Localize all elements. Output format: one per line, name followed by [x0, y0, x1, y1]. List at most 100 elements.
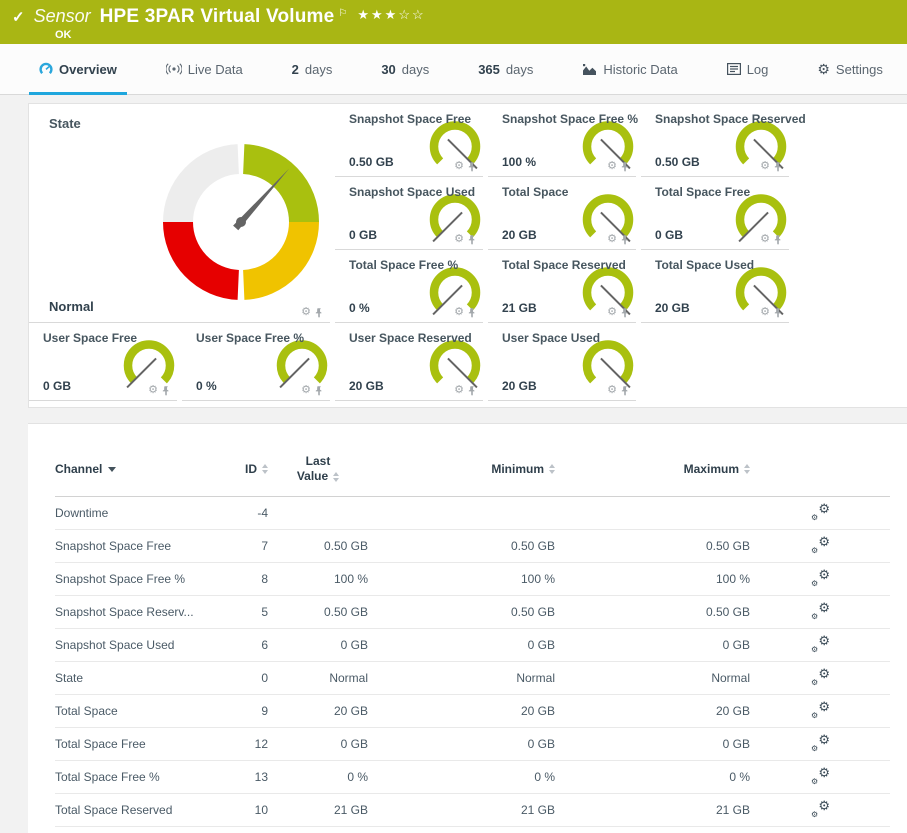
tab-live-data[interactable]: Live Data — [156, 44, 253, 94]
channel-settings-gears-icon[interactable]: ⚙⚙ — [810, 537, 830, 555]
panel-gear-icon[interactable]: ⚙ — [760, 307, 770, 318]
cell-maximum: 0.50 GB — [555, 539, 750, 553]
tab-bar: Overview Live Data 2 days 30 days 365 da… — [0, 44, 907, 95]
gauge-title: Total Space Used — [655, 258, 754, 272]
channel-settings-gears-icon[interactable]: ⚙⚙ — [810, 570, 830, 588]
panel-pin-icon[interactable] — [468, 308, 476, 318]
cell-maximum: 0 % — [555, 770, 750, 784]
sort-icon — [744, 464, 750, 474]
panel-pin-icon[interactable] — [162, 386, 170, 396]
cell-maximum: 21 GB — [555, 803, 750, 817]
channel-settings-gears-icon[interactable]: ⚙⚙ — [810, 702, 830, 720]
channel-settings-gears-icon[interactable]: ⚙⚙ — [810, 768, 830, 786]
gauge-value: 100 % — [502, 155, 536, 169]
cell-channel: Snapshot Space Reserv... — [55, 605, 228, 619]
panel-gear-icon[interactable]: ⚙ — [454, 234, 464, 245]
panel-pin-icon[interactable] — [468, 162, 476, 172]
panel-pin-icon[interactable] — [468, 235, 476, 245]
panel-pin-icon[interactable] — [315, 308, 323, 318]
cell-minimum: 0 GB — [368, 638, 555, 652]
panel-pin-icon[interactable] — [774, 162, 782, 172]
table-row: Snapshot Space Free % 8 100 % 100 % 100 … — [55, 563, 890, 596]
channel-settings-gears-icon[interactable]: ⚙⚙ — [810, 801, 830, 819]
live-data-icon — [166, 63, 182, 75]
prtg-sensor-page: ✓ Sensor HPE 3PAR Virtual Volume ⚐ ★★★☆☆… — [0, 0, 907, 833]
gauge-panel: Snapshot Space Reserved 0.50 GB ⚙ — [641, 104, 789, 177]
state-gauge-dial — [156, 137, 326, 307]
gauge-title: Total Space Free % — [349, 258, 458, 272]
panel-gear-icon[interactable]: ⚙ — [301, 307, 311, 318]
panel-gear-icon[interactable]: ⚙ — [607, 385, 617, 396]
panel-pin-icon[interactable] — [621, 308, 629, 318]
cell-id: -4 — [228, 506, 268, 520]
state-gauge-panel: State Normal ⚙ — [29, 104, 330, 323]
panel-pin-icon[interactable] — [468, 386, 476, 396]
tab-overview[interactable]: Overview — [29, 44, 127, 94]
cell-channel: Snapshot Space Free % — [55, 572, 228, 586]
panel-gear-icon[interactable]: ⚙ — [454, 385, 464, 396]
gauge-title: Snapshot Space Reserved — [655, 112, 806, 126]
cell-channel: Downtime — [55, 506, 228, 520]
cell-channel: State — [55, 671, 228, 685]
gauge-panel: Total Space Reserved 21 GB ⚙ — [488, 250, 636, 323]
channel-settings-gears-icon[interactable]: ⚙⚙ — [810, 603, 830, 621]
panel-pin-icon[interactable] — [315, 386, 323, 396]
table-row: Total Space Free % 13 0 % 0 % 0 % ⚙⚙ — [55, 761, 890, 794]
cell-id: 12 — [228, 737, 268, 751]
column-header-maximum[interactable]: Maximum — [555, 462, 750, 476]
channel-settings-gears-icon[interactable]: ⚙⚙ — [810, 669, 830, 687]
panel-gear-icon[interactable]: ⚙ — [301, 385, 311, 396]
sort-icon — [333, 472, 339, 482]
table-row: Total Space 9 20 GB 20 GB 20 GB ⚙⚙ — [55, 695, 890, 728]
panel-pin-icon[interactable] — [774, 235, 782, 245]
tab-30-days[interactable]: 30 days — [371, 44, 439, 94]
column-header-last-value[interactable]: Last Value — [268, 454, 368, 484]
overview-gauges-card: State Normal ⚙ Snapshot Space Free — [28, 103, 907, 408]
column-header-channel[interactable]: Channel — [55, 462, 228, 476]
panel-pin-icon[interactable] — [774, 308, 782, 318]
channel-settings-gears-icon[interactable]: ⚙⚙ — [810, 504, 830, 522]
column-header-minimum[interactable]: Minimum — [368, 462, 555, 476]
cell-last-value: 100 % — [268, 572, 368, 586]
panel-gear-icon[interactable]: ⚙ — [760, 234, 770, 245]
priority-stars[interactable]: ★★★☆☆ — [357, 7, 425, 23]
gauge-value: 20 GB — [655, 301, 690, 315]
table-body: Downtime -4 ⚙⚙ Snapshot Space Free 7 0.5… — [28, 497, 907, 827]
channel-settings-gears-icon[interactable]: ⚙⚙ — [810, 735, 830, 753]
tab-log[interactable]: Log — [717, 44, 779, 94]
gauge-title: Total Space Free — [655, 185, 750, 199]
tab-settings[interactable]: ⚙ Settings — [807, 44, 893, 94]
cell-last-value: 20 GB — [268, 704, 368, 718]
gauge-panel: Snapshot Space Free % 100 % ⚙ — [488, 104, 636, 177]
tab-2-days[interactable]: 2 days — [282, 44, 343, 94]
panel-gear-icon[interactable]: ⚙ — [607, 161, 617, 172]
panel-gear-icon[interactable]: ⚙ — [148, 385, 158, 396]
panel-pin-icon[interactable] — [621, 162, 629, 172]
panel-pin-icon[interactable] — [621, 386, 629, 396]
cell-id: 13 — [228, 770, 268, 784]
panel-gear-icon[interactable]: ⚙ — [454, 161, 464, 172]
cell-maximum: 0.50 GB — [555, 605, 750, 619]
gauge-panel: User Space Free % 0 % ⚙ — [182, 323, 330, 401]
sensor-header: ✓ Sensor HPE 3PAR Virtual Volume ⚐ ★★★☆☆… — [0, 0, 907, 44]
column-header-id[interactable]: ID — [228, 462, 268, 476]
tab-settings-label: Settings — [836, 62, 883, 77]
gauge-value: 0 GB — [655, 228, 683, 242]
panel-gear-icon[interactable]: ⚙ — [454, 307, 464, 318]
tab-365-days[interactable]: 365 days — [468, 44, 543, 94]
panel-gear-icon[interactable]: ⚙ — [760, 161, 770, 172]
cell-minimum: 20 GB — [368, 704, 555, 718]
panel-pin-icon[interactable] — [621, 235, 629, 245]
gauge-title: User Space Reserved — [349, 331, 472, 345]
gauge-title: Total Space — [502, 185, 568, 199]
panel-gear-icon[interactable]: ⚙ — [607, 234, 617, 245]
panel-gear-icon[interactable]: ⚙ — [607, 307, 617, 318]
cell-id: 5 — [228, 605, 268, 619]
gauge-panel: Total Space Used 20 GB ⚙ — [641, 250, 789, 323]
cell-minimum: 0.50 GB — [368, 605, 555, 619]
channel-settings-gears-icon[interactable]: ⚙⚙ — [810, 636, 830, 654]
tab-overview-label: Overview — [59, 62, 117, 77]
gauge-value: 0 GB — [349, 228, 377, 242]
priority-flag-icon[interactable]: ⚐ — [338, 8, 347, 19]
tab-historic-data[interactable]: Historic Data — [572, 44, 687, 94]
